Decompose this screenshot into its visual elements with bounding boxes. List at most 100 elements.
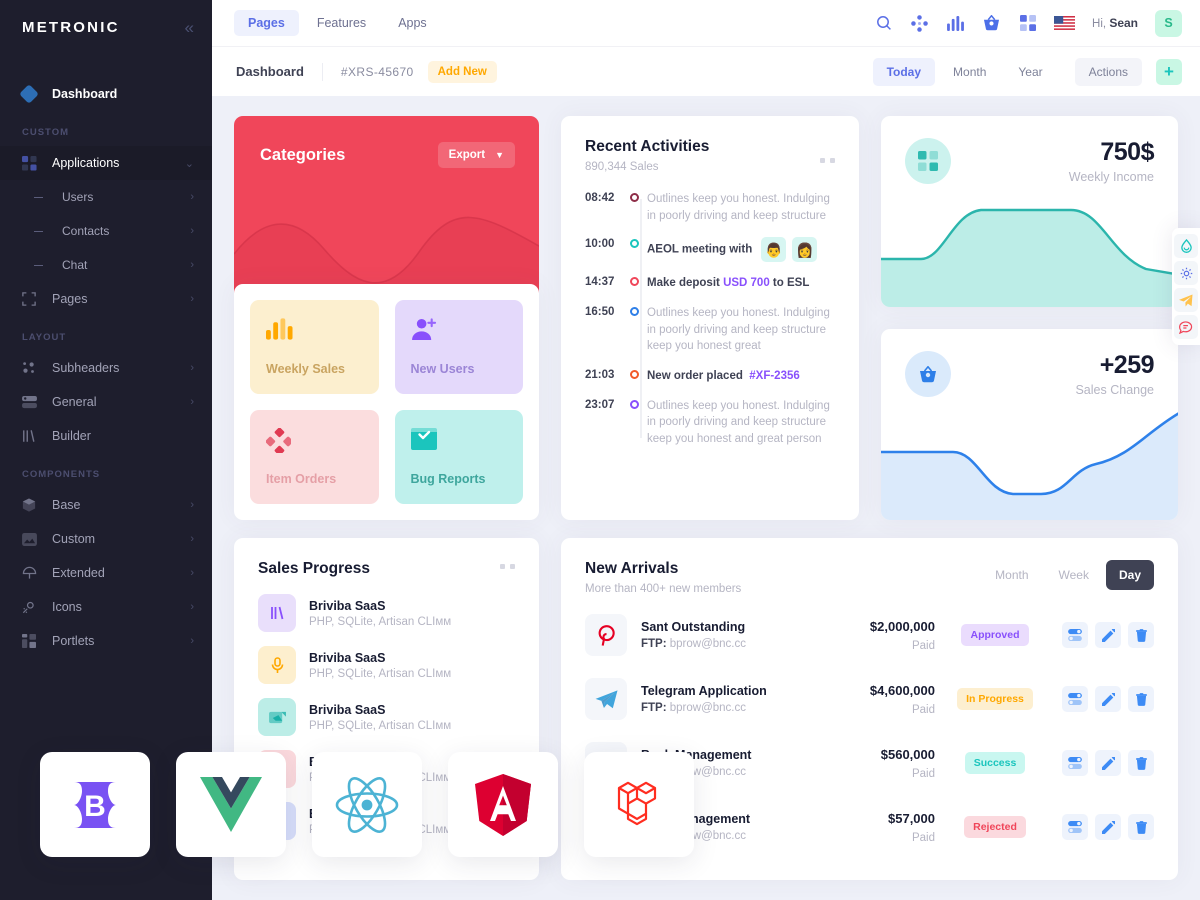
activity-link[interactable]: USD 700 bbox=[723, 277, 770, 289]
edit-icon[interactable] bbox=[1095, 750, 1121, 776]
stat-label: Sales Change bbox=[1075, 383, 1154, 397]
vue-logo[interactable] bbox=[176, 752, 286, 857]
category-tile-bug-reports[interactable]: Bug Reports bbox=[394, 410, 523, 504]
toggle-icon[interactable] bbox=[1062, 622, 1088, 648]
plus-file-icon[interactable]: + bbox=[1156, 58, 1182, 85]
angular-logo[interactable] bbox=[448, 752, 558, 857]
tab-day[interactable]: Day bbox=[1105, 560, 1154, 590]
delete-icon[interactable] bbox=[1128, 750, 1154, 776]
subheader: Dashboard #XRS-45670 Add New Today Month… bbox=[212, 46, 1200, 96]
category-tile-item-orders[interactable]: Item Orders bbox=[250, 410, 379, 504]
more-dots-icon[interactable] bbox=[820, 158, 835, 163]
delete-icon[interactable] bbox=[1128, 622, 1154, 648]
sidebar-item-general[interactable]: General › bbox=[0, 385, 212, 419]
stat-cards: 750$ Weekly Income +259 Sales Change bbox=[881, 116, 1178, 520]
delete-icon[interactable] bbox=[1128, 814, 1154, 840]
actions-button[interactable]: Actions bbox=[1074, 57, 1142, 86]
delete-icon[interactable] bbox=[1128, 686, 1154, 712]
new-arrivals-header: New Arrivals More than 400+ new members … bbox=[585, 560, 1154, 595]
basket-icon[interactable] bbox=[982, 14, 1001, 33]
grid-icon[interactable] bbox=[1018, 14, 1037, 33]
activity-row: 10:00 AEOL meeting with 👨 👩 bbox=[585, 237, 835, 263]
list-item[interactable]: Briviba SaaS PHP, SQLite, Artisan CLIмм bbox=[258, 646, 515, 684]
activity-time: 10:00 bbox=[585, 238, 615, 251]
sales-progress-title: Sales Progress bbox=[258, 560, 371, 577]
edit-icon[interactable] bbox=[1095, 622, 1121, 648]
list-item[interactable]: Briviba SaaS PHP, SQLite, Artisan CLIмм bbox=[258, 698, 515, 736]
sidebar-item-extended[interactable]: Extended › bbox=[0, 556, 212, 590]
avatar-woman[interactable]: 👩 bbox=[792, 237, 818, 263]
sidebar-item-contacts[interactable]: Contacts › bbox=[0, 214, 212, 248]
droplet-icon[interactable] bbox=[1174, 234, 1198, 258]
activity-time: 23:07 bbox=[585, 398, 615, 411]
filter-year[interactable]: Year bbox=[1004, 58, 1056, 86]
bootstrap-logo[interactable]: B bbox=[40, 752, 150, 857]
tab-pages[interactable]: Pages bbox=[234, 10, 299, 36]
react-logo[interactable] bbox=[312, 752, 422, 857]
sidebar-collapse-icon[interactable]: « bbox=[185, 19, 194, 36]
timeline-dot-icon bbox=[629, 370, 639, 380]
add-new-button[interactable]: Add New bbox=[427, 60, 497, 83]
image-icon bbox=[258, 698, 296, 736]
item-desc: PHP, SQLite, Artisan CLIмм bbox=[309, 719, 452, 732]
sidebar-item-portlets[interactable]: Portlets › bbox=[0, 624, 212, 658]
avatar[interactable]: S bbox=[1155, 9, 1182, 37]
svg-text:B: B bbox=[84, 790, 106, 823]
export-button[interactable]: Export ▼ bbox=[437, 142, 515, 168]
category-tile-new-users[interactable]: New Users bbox=[394, 300, 523, 394]
flag-us-icon[interactable] bbox=[1054, 16, 1076, 31]
sales-change-card: +259 Sales Change bbox=[881, 329, 1178, 520]
tab-features[interactable]: Features bbox=[303, 10, 380, 36]
chevron-right-icon: › bbox=[190, 635, 194, 647]
sidebar-item-subheaders[interactable]: Subheaders › bbox=[0, 351, 212, 385]
edit-icon[interactable] bbox=[1095, 686, 1121, 712]
activity-text-wrap: AEOL meeting with 👨 👩 bbox=[647, 237, 835, 263]
sidebar-item-label: Dashboard bbox=[52, 87, 118, 101]
tab-week[interactable]: Week bbox=[1046, 560, 1102, 590]
user-name: Sean bbox=[1109, 16, 1138, 30]
toggle-icon[interactable] bbox=[1062, 686, 1088, 712]
row-title: Sant Outstanding bbox=[641, 620, 746, 634]
tab-apps[interactable]: Apps bbox=[384, 10, 441, 36]
sidebar-item-applications[interactable]: Applications ⌄ bbox=[0, 146, 212, 180]
sidebar-item-pages[interactable]: Pages › bbox=[0, 282, 212, 316]
tab-month[interactable]: Month bbox=[982, 560, 1041, 590]
search-icon[interactable] bbox=[874, 14, 893, 33]
toggle-icon[interactable] bbox=[1062, 814, 1088, 840]
list-item[interactable]: Briviba SaaS PHP, SQLite, Artisan CLIмм bbox=[258, 594, 515, 632]
sidebar-item-dashboard[interactable]: Dashboard bbox=[0, 77, 212, 111]
sidebar-item-builder[interactable]: Builder bbox=[0, 419, 212, 453]
bar-chart-icon[interactable] bbox=[946, 14, 965, 33]
sidebar-item-base[interactable]: Base › bbox=[0, 488, 212, 522]
filter-today[interactable]: Today bbox=[872, 57, 936, 86]
chevron-right-icon: › bbox=[190, 191, 194, 203]
toggle-icon[interactable] bbox=[1062, 750, 1088, 776]
send-icon[interactable] bbox=[1174, 288, 1198, 312]
gear-icon[interactable] bbox=[1174, 261, 1198, 285]
chat-icon[interactable] bbox=[1174, 315, 1198, 339]
row-paid-label: Paid bbox=[911, 703, 935, 716]
laravel-logo[interactable] bbox=[584, 752, 694, 857]
divider bbox=[321, 62, 323, 81]
filter-month[interactable]: Month bbox=[939, 58, 1000, 86]
greeting-prefix: Hi, bbox=[1092, 18, 1107, 30]
activity-avatars: 👨 👩 bbox=[761, 237, 818, 263]
edit-icon[interactable] bbox=[1095, 814, 1121, 840]
sidebar-item-chat[interactable]: Chat › bbox=[0, 248, 212, 282]
avatar-man[interactable]: 👨 bbox=[761, 237, 787, 263]
table-row: Sant Outstanding FTP: bprow@bnc.cc $2,00… bbox=[585, 603, 1154, 667]
weekly-income-card: 750$ Weekly Income bbox=[881, 116, 1178, 307]
sidebar-item-custom[interactable]: Custom › bbox=[0, 522, 212, 556]
sidebar-item-icons[interactable]: Icons › bbox=[0, 590, 212, 624]
nodes-icon[interactable] bbox=[910, 14, 929, 33]
status-badge: In Progress bbox=[957, 688, 1033, 710]
activity-text: Make deposit bbox=[647, 277, 724, 290]
category-tile-weekly-sales[interactable]: Weekly Sales bbox=[250, 300, 379, 394]
more-dots-icon[interactable] bbox=[500, 564, 515, 569]
activity-link[interactable]: #XF-2356 bbox=[749, 370, 800, 382]
sidebar-item-label: Contacts bbox=[62, 224, 110, 238]
activity-text: Outlines keep you honest. Indulging in p… bbox=[647, 307, 830, 353]
sidebar-item-users[interactable]: Users › bbox=[0, 180, 212, 214]
sidebar-section-components: COMPONENTS bbox=[22, 469, 101, 480]
chevron-right-icon: › bbox=[190, 567, 194, 579]
